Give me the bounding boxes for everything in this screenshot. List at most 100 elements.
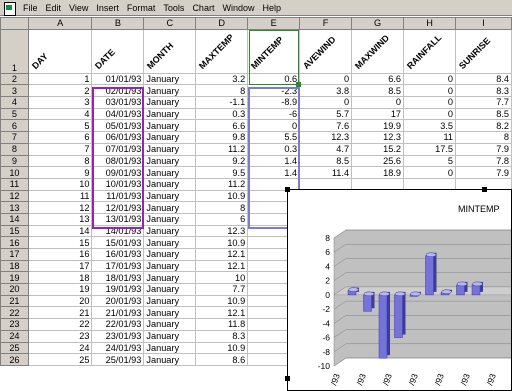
cell[interactable]: -2.3 [247,84,301,98]
cell[interactable]: 17 [351,107,405,121]
cell[interactable]: 18.9 [351,166,405,179]
cell[interactable]: 12.1 [195,248,249,261]
row-header[interactable]: 8 [0,142,29,156]
row-header[interactable]: 11 [0,177,29,191]
cell[interactable]: 1.4 [247,166,301,179]
cell[interactable]: 0.3 [247,142,301,156]
row-header[interactable]: 21 [0,294,29,308]
cell[interactable]: 5 [27,119,93,133]
cell[interactable]: 12.3 [299,131,353,144]
cell[interactable]: 9.5 [195,166,249,179]
header-cell-day[interactable]: DAY [27,28,93,74]
row-header[interactable]: 24 [0,329,29,343]
cell[interactable]: January [143,177,197,191]
chart-resize-handle-top-mid[interactable] [482,187,487,192]
cell[interactable]: January [143,318,197,331]
chart-resize-handle-top-left[interactable] [285,187,290,192]
header-cell-sunrise[interactable]: SUNRISE [455,28,512,74]
cell[interactable]: 1.4 [247,154,301,168]
cell[interactable]: 16/01/93 [91,248,145,261]
cell[interactable]: 8.4 [455,72,512,86]
cell[interactable]: 7.8 [455,154,512,168]
cell[interactable]: 11.4 [299,166,353,179]
cell[interactable]: 10 [27,177,93,191]
embedded-chart[interactable]: MINTEMP 8 6 4 2 0 -2 -4 -6 -8 -10/93/93/93/93/93/9… [287,189,512,391]
header-cell-rainfall[interactable]: RAINFALL [403,28,457,74]
cell[interactable]: January [143,72,197,86]
cell[interactable]: 19 [27,283,93,296]
header-cell-avewind[interactable]: AVEWIND [299,28,353,74]
cell[interactable]: 25/01/93 [91,353,145,366]
cell[interactable]: 5 [403,154,457,168]
cell[interactable]: 7.9 [455,142,512,156]
cell[interactable]: -8.9 [247,96,301,109]
cell[interactable]: 12.3 [351,131,405,144]
cell[interactable]: 10 [195,271,249,285]
cell[interactable]: January [143,84,197,98]
row-header[interactable]: 18 [0,259,29,273]
cell[interactable]: 18/01/93 [91,271,145,285]
cell[interactable]: 8 [195,84,249,98]
cell[interactable]: 8 [195,201,249,214]
menu-chart[interactable]: Chart [188,0,218,16]
cell[interactable]: 7.7 [195,283,249,296]
cell[interactable]: 8.2 [455,119,512,133]
cell[interactable]: 04/01/93 [91,107,145,121]
cell[interactable]: 19/01/93 [91,283,145,296]
menu-help[interactable]: Help [258,0,285,16]
cell[interactable]: 12.1 [195,259,249,273]
workbook-icon[interactable] [2,1,16,16]
cell[interactable]: 12.3 [195,224,249,238]
column-header-e[interactable]: E [247,17,301,30]
cell[interactable]: 20/01/93 [91,294,145,308]
row-header[interactable]: 13 [0,201,29,214]
column-header-f[interactable]: F [299,17,353,30]
cell[interactable]: January [143,154,197,168]
row-header[interactable]: 26 [0,353,29,366]
cell[interactable]: 12 [27,201,93,214]
header-cell-mintemp[interactable]: MINTEMP [247,28,301,74]
cell[interactable]: 23/01/93 [91,329,145,343]
cell[interactable]: 0 [403,72,457,86]
cell[interactable]: 11/01/93 [91,189,145,203]
column-header-d[interactable]: D [195,17,249,30]
cell[interactable]: January [143,96,197,109]
cell[interactable]: January [143,212,197,226]
cell[interactable]: January [143,259,197,273]
cell[interactable]: 1 [27,72,93,86]
cell[interactable]: 15.2 [351,142,405,156]
cell[interactable]: 25.6 [351,154,405,168]
cell[interactable]: 24 [27,341,93,355]
cell[interactable]: January [143,201,197,214]
cell[interactable]: 22 [27,318,93,331]
cell[interactable]: 5.5 [247,131,301,144]
cell[interactable]: 12/01/93 [91,201,145,214]
cell[interactable]: January [143,353,197,366]
menu-window[interactable]: Window [218,0,258,16]
column-header-b[interactable]: B [91,17,145,30]
row-header[interactable]: 15 [0,224,29,238]
cell[interactable]: 01/01/93 [91,72,145,86]
cell[interactable]: 0 [403,107,457,121]
cell[interactable]: 13 [27,212,93,226]
cell[interactable]: January [143,329,197,343]
menu-edit[interactable]: Edit [42,0,66,16]
row-header[interactable]: 19 [0,271,29,285]
menu-tools[interactable]: Tools [159,0,188,16]
cell[interactable]: 0.3 [195,107,249,121]
cell[interactable]: 15 [27,236,93,249]
select-all-corner[interactable] [0,17,29,30]
cell[interactable]: 18 [27,271,93,285]
row-header[interactable]: 16 [0,236,29,249]
cell[interactable]: 0 [299,96,353,109]
row-header[interactable]: 12 [0,189,29,203]
cell[interactable]: 13/01/93 [91,212,145,226]
cell[interactable]: 8.5 [455,107,512,121]
cell[interactable]: January [143,189,197,203]
cell[interactable]: 0 [247,119,301,133]
row-header[interactable]: 5 [0,107,29,121]
row-header[interactable]: 9 [0,154,29,168]
column-header-h[interactable]: H [403,17,457,30]
cell[interactable]: 10.9 [195,294,249,308]
cell[interactable]: January [143,294,197,308]
